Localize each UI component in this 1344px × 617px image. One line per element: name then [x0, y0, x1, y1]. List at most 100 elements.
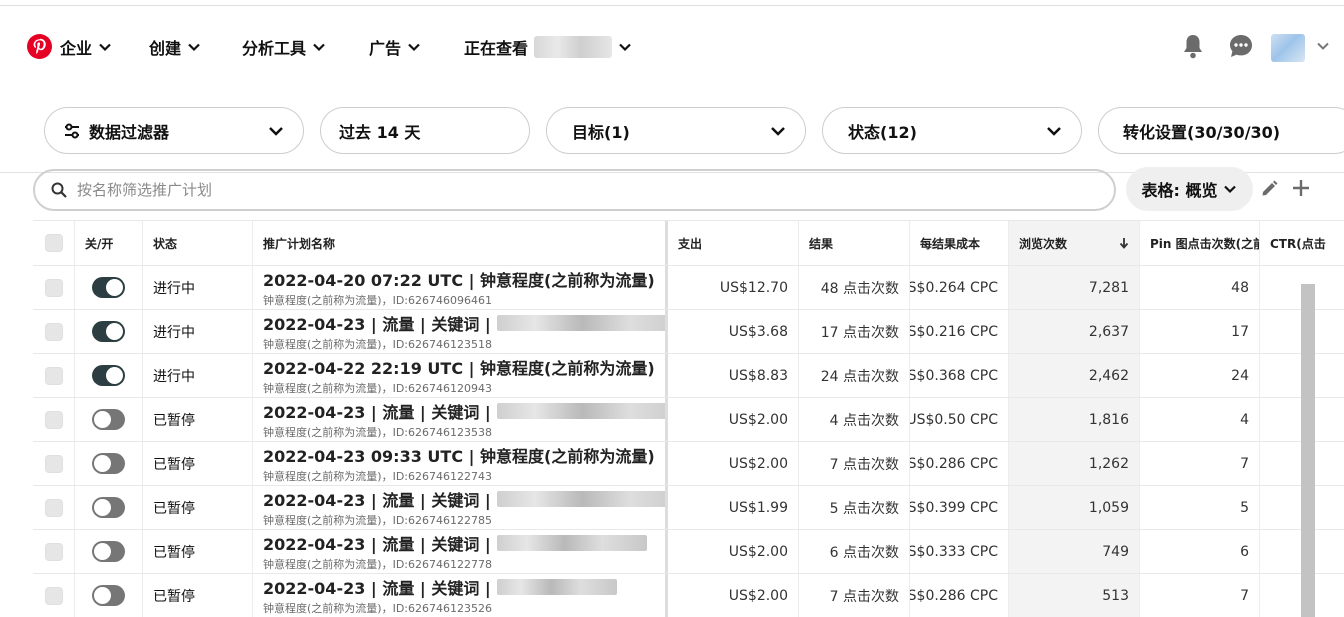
- header-pin-clicks[interactable]: Pin 图点击次数(之前: [1140, 221, 1260, 265]
- campaign-name-link[interactable]: 2022-04-20 07:22 UTC | 钟意程度(之前称为流量): [263, 267, 655, 291]
- campaign-name-text: 2022-04-20 07:22 UTC | 钟意程度(之前称为流量): [263, 271, 655, 290]
- header-status[interactable]: 状态: [143, 221, 253, 265]
- campaign-toggle[interactable]: [92, 321, 125, 342]
- toggle-cell: [75, 310, 143, 353]
- row-checkbox[interactable]: [44, 586, 63, 605]
- row-spend: US$2.00: [668, 398, 799, 441]
- redacted-account-name: [534, 36, 613, 58]
- campaign-toggle[interactable]: [92, 541, 125, 562]
- avatar: [1271, 34, 1305, 62]
- row-status: 进行中: [143, 310, 253, 353]
- nav-ads[interactable]: 广告: [369, 35, 421, 59]
- header-toggle[interactable]: 关/开: [75, 221, 143, 265]
- row-spend: US$12.70: [668, 266, 799, 309]
- row-status: 进行中: [143, 266, 253, 309]
- header-results[interactable]: 结果: [799, 221, 910, 265]
- data-filter-dropdown[interactable]: 数据过滤器: [44, 107, 304, 154]
- row-checkbox[interactable]: [44, 410, 63, 429]
- row-cost-per-result: US$0.286 CPC: [910, 574, 1009, 617]
- header-spend[interactable]: 支出: [668, 221, 799, 265]
- row-checkbox[interactable]: [44, 278, 63, 297]
- campaign-name-link[interactable]: 2022-04-23 | 流量 | 关键词 |: [263, 399, 665, 423]
- account-avatar[interactable]: [1271, 34, 1305, 62]
- toggle-cell: [75, 354, 143, 397]
- row-spend: US$2.00: [668, 530, 799, 573]
- select-all-checkbox[interactable]: [44, 234, 63, 252]
- row-cost-per-result: US$0.50 CPC: [910, 398, 1009, 441]
- row-spend: US$3.68: [668, 310, 799, 353]
- campaign-subtitle: 钟意程度(之前称为流量)，ID:626746123526: [263, 602, 492, 615]
- notifications-button[interactable]: [1180, 32, 1206, 64]
- row-status: 已暂停: [143, 574, 253, 617]
- campaign-toggle[interactable]: [92, 453, 125, 474]
- campaign-toggle[interactable]: [92, 409, 125, 430]
- account-menu-button[interactable]: [1316, 38, 1330, 57]
- campaign-name-link[interactable]: 2022-04-22 22:19 UTC | 钟意程度(之前称为流量): [263, 355, 655, 379]
- row-checkbox[interactable]: [44, 454, 63, 473]
- redacted-keyword: [496, 315, 665, 331]
- table-scrollbar[interactable]: [1301, 284, 1315, 617]
- conversion-settings-button[interactable]: 转化设置(30/30/30): [1098, 107, 1344, 154]
- chevron-down-icon: [408, 43, 420, 52]
- row-impressions: 1,262: [1009, 442, 1140, 485]
- row-select-cell: [33, 266, 75, 309]
- header-campaign-name[interactable]: 推广计划名称: [253, 221, 668, 265]
- nav-create[interactable]: 创建: [149, 35, 201, 59]
- date-range-picker[interactable]: 过去 14 天: [320, 107, 530, 154]
- campaign-name-text: 2022-04-22 22:19 UTC | 钟意程度(之前称为流量): [263, 359, 655, 378]
- campaign-toggle[interactable]: [92, 277, 125, 298]
- campaign-name-link[interactable]: 2022-04-23 | 流量 | 关键词 |: [263, 311, 665, 335]
- pencil-edit-icon[interactable]: [1259, 177, 1281, 199]
- chevron-down-icon: [1047, 126, 1061, 136]
- row-checkbox[interactable]: [44, 366, 63, 385]
- row-spend: US$2.00: [668, 574, 799, 617]
- row-results: 7 点击次数: [799, 574, 910, 617]
- row-select-cell: [33, 398, 75, 441]
- redacted-keyword: [496, 403, 665, 419]
- table-view-label: 表格: 概览: [1141, 181, 1218, 200]
- date-range-label: 过去 14 天: [339, 122, 421, 142]
- campaign-name-cell: 2022-04-20 07:22 UTC | 钟意程度(之前称为流量) 钟意程度…: [253, 266, 668, 309]
- row-checkbox[interactable]: [44, 498, 63, 517]
- campaign-name-cell: 2022-04-22 22:19 UTC | 钟意程度(之前称为流量) 钟意程度…: [253, 354, 668, 397]
- nav-business[interactable]: 企业: [60, 35, 112, 59]
- table-view-dropdown[interactable]: 表格: 概览: [1126, 167, 1253, 211]
- bell-icon: [1184, 35, 1202, 59]
- nav-analytics[interactable]: 分析工具: [242, 35, 326, 59]
- campaign-name-link[interactable]: 2022-04-23 | 流量 | 关键词 |: [263, 487, 665, 511]
- header-impressions[interactable]: 浏览次数: [1009, 221, 1140, 265]
- table-row: 已暂停 2022-04-23 09:33 UTC | 钟意程度(之前称为流量) …: [33, 442, 1344, 486]
- campaign-name-text: 2022-04-23 | 流量 | 关键词 |: [263, 579, 491, 598]
- status-dropdown[interactable]: 状态(12): [822, 107, 1082, 154]
- campaign-name-link[interactable]: 2022-04-23 | 流量 | 关键词 |: [263, 531, 647, 555]
- row-status: 已暂停: [143, 530, 253, 573]
- header-cost-per-result[interactable]: 每结果成本: [910, 221, 1009, 265]
- row-select-cell: [33, 574, 75, 617]
- messages-button[interactable]: [1227, 32, 1255, 64]
- campaign-name-link[interactable]: 2022-04-23 | 流量 | 关键词 |: [263, 575, 617, 599]
- row-impressions: 7,281: [1009, 266, 1140, 309]
- pinterest-logo-icon[interactable]: [27, 34, 52, 59]
- campaign-toggle[interactable]: [92, 585, 125, 606]
- campaign-name-cell: 2022-04-23 | 流量 | 关键词 | 钟意程度(之前称为流量)，ID:…: [253, 530, 668, 573]
- plus-add-icon[interactable]: [1290, 177, 1312, 199]
- toggle-cell: [75, 266, 143, 309]
- nav-viewing[interactable]: 正在查看: [464, 35, 632, 59]
- nav-create-label: 创建: [149, 39, 182, 58]
- campaign-name-link[interactable]: 2022-04-23 09:33 UTC | 钟意程度(之前称为流量): [263, 443, 655, 467]
- row-checkbox[interactable]: [44, 542, 63, 561]
- nav-analytics-label: 分析工具: [242, 39, 307, 58]
- goal-dropdown[interactable]: 目标(1): [546, 107, 806, 154]
- row-select-cell: [33, 442, 75, 485]
- campaign-toggle[interactable]: [92, 365, 125, 386]
- campaign-name-text: 2022-04-23 | 流量 | 关键词 |: [263, 315, 491, 334]
- campaign-toggle[interactable]: [92, 497, 125, 518]
- campaign-name-text: 2022-04-23 09:33 UTC | 钟意程度(之前称为流量): [263, 447, 655, 466]
- header-ctr[interactable]: CTR(点击: [1260, 221, 1344, 265]
- campaign-subtitle: 钟意程度(之前称为流量)，ID:626746122785: [263, 514, 492, 527]
- nav-business-label: 企业: [60, 39, 93, 58]
- search-input[interactable]: [77, 181, 977, 199]
- toggle-cell: [75, 442, 143, 485]
- chevron-down-icon: [1224, 185, 1237, 194]
- row-checkbox[interactable]: [44, 322, 63, 341]
